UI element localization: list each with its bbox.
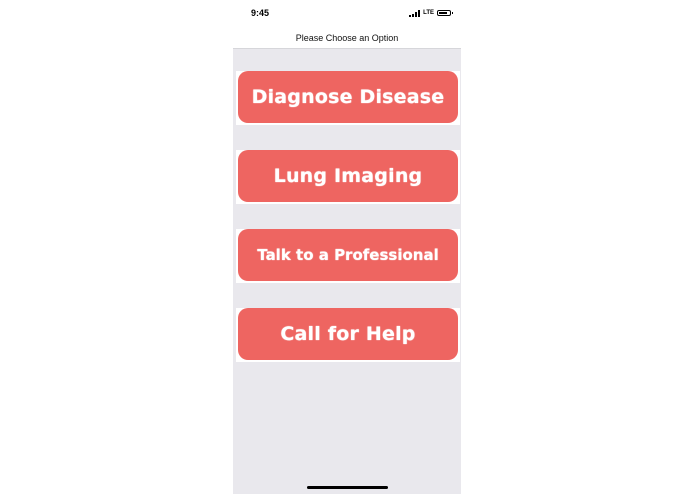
status-time: 9:45 [251,8,270,18]
talk-to-professional-button[interactable]: Talk to a Professional [238,229,458,281]
navigation-bar: Please Choose an Option [233,28,461,49]
option-cell: Diagnose Disease [236,71,460,125]
battery-icon [437,10,453,16]
option-cell: Talk to a Professional [236,229,460,283]
call-for-help-button[interactable]: Call for Help [238,308,458,360]
home-indicator[interactable] [307,486,388,489]
status-indicators: LTE [409,9,453,17]
diagnose-disease-button[interactable]: Diagnose Disease [238,71,458,123]
phone-screen: 9:45 LTE Please Choose an Option Diagnos… [233,0,461,494]
page-title: Please Choose an Option [295,33,399,43]
option-cell: Call for Help [236,308,460,362]
battery-level [439,12,447,14]
network-type: LTE [423,10,434,16]
cellular-signal-icon [409,9,421,17]
option-cell: Lung Imaging [236,150,460,204]
status-bar: 9:45 LTE [233,0,461,28]
lung-imaging-button[interactable]: Lung Imaging [238,150,458,202]
